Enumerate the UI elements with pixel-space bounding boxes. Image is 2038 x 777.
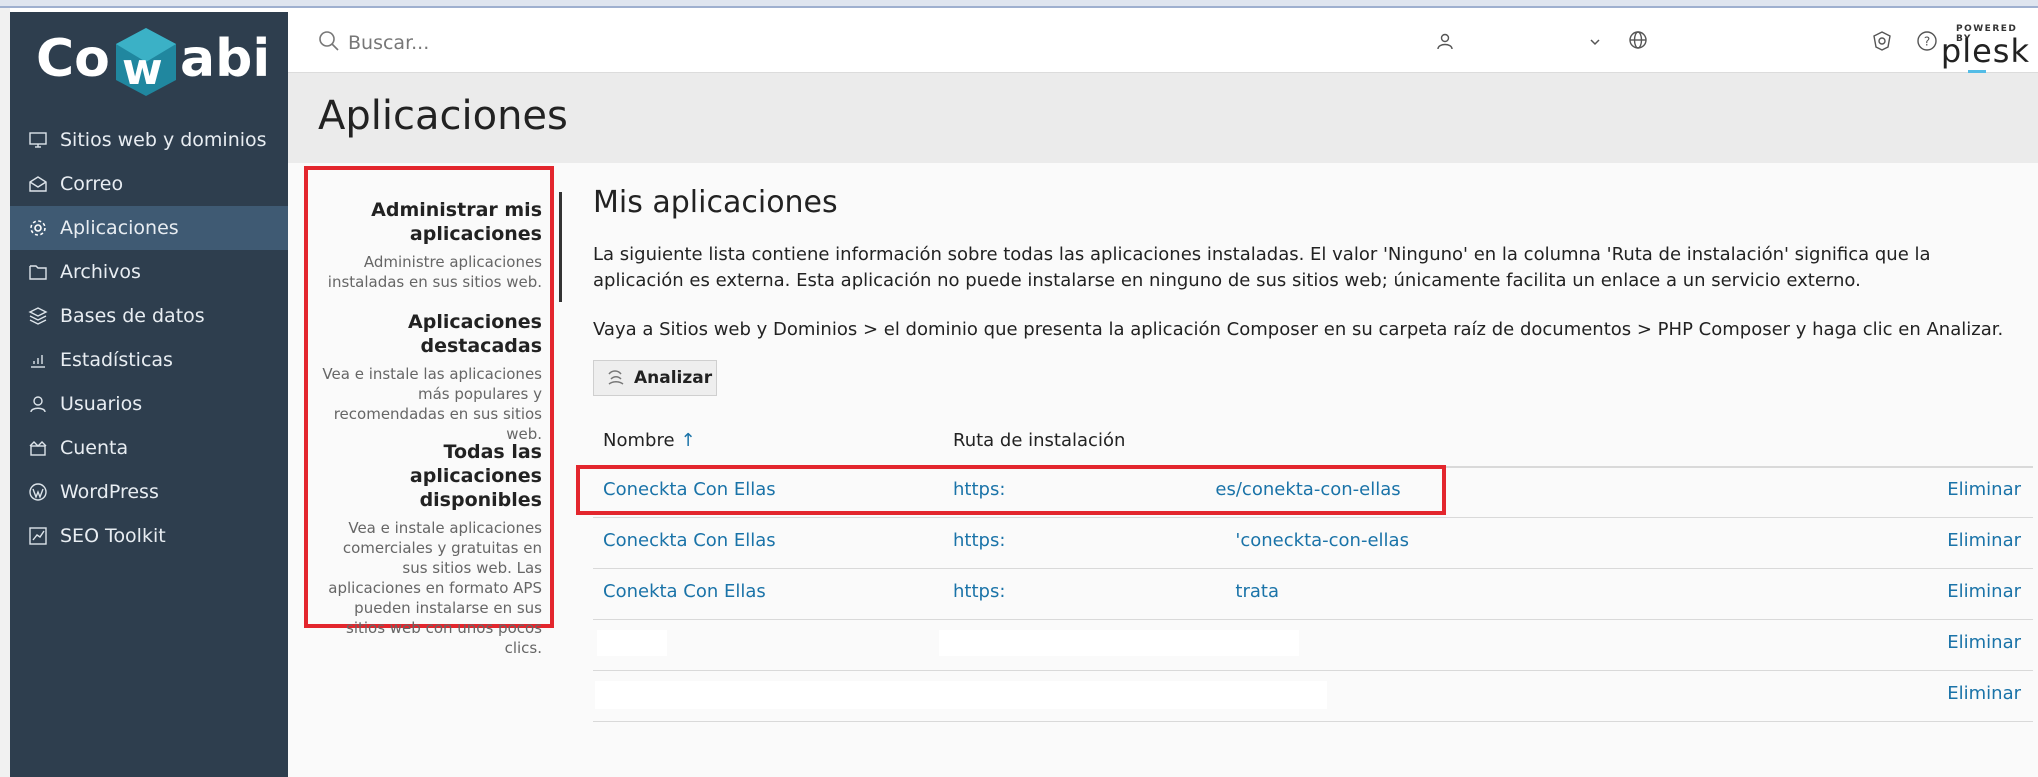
database-icon — [28, 306, 48, 326]
wordpress-icon — [28, 482, 48, 502]
apps-subnav: Administrar mis aplicaciones Administre … — [304, 166, 562, 657]
table-row: Eliminar — [593, 620, 2033, 671]
install-path-link[interactable]: https: 'coneckta-con-ellas — [953, 530, 1409, 551]
subnav-item-todas[interactable]: Todas las aplicaciones disponibles Vea e… — [322, 440, 542, 658]
table-row: Coneckta Con Ellas https: 'coneckta-con-e… — [593, 518, 2033, 569]
sidebar-item-aplicaciones[interactable]: Aplicaciones — [10, 206, 288, 250]
analyze-label: Analizar — [634, 368, 713, 388]
subnav-item-destacadas[interactable]: Aplicaciones destacadas Vea e instale la… — [322, 310, 542, 444]
highlight-box — [576, 465, 1446, 515]
sidebar-item-estadisticas[interactable]: Estadísticas — [10, 338, 288, 382]
delete-link[interactable]: Eliminar — [1947, 683, 2021, 704]
app-name-link[interactable]: Coneckta Con Ellas — [603, 530, 776, 551]
subnav-heading[interactable]: Todas las aplicaciones disponibles — [322, 440, 542, 512]
cowabi-logo[interactable]: Co w abi — [28, 20, 274, 104]
redacted-path — [939, 630, 1299, 656]
column-header-name[interactable]: Nombre ↑ — [603, 430, 696, 451]
sidebar-item-cuenta[interactable]: Cuenta — [10, 426, 288, 470]
user-icon — [28, 394, 48, 414]
subnav-item-administrar[interactable]: Administrar mis aplicaciones Administre … — [322, 198, 542, 292]
column-name-label: Nombre — [603, 430, 675, 451]
plesk-wordmark: plesk — [1940, 32, 2030, 70]
sidebar-item-label: Estadísticas — [60, 349, 173, 371]
app-name-link[interactable]: Conekta Con Ellas — [603, 581, 766, 602]
sidebar: Co w abi Sitios web y dominios Correo Ap… — [10, 12, 288, 777]
path-start: https: — [953, 530, 1006, 551]
page-title: Aplicaciones — [318, 93, 568, 139]
search-input[interactable] — [346, 28, 750, 58]
svg-text:Co: Co — [36, 29, 110, 89]
sort-arrow-icon: ↑ — [680, 430, 696, 451]
sidebar-nav: Sitios web y dominios Correo Aplicacione… — [10, 118, 288, 558]
gear-icon — [28, 218, 48, 238]
sidebar-item-archivos[interactable]: Archivos — [10, 250, 288, 294]
redacted-row — [595, 681, 1327, 709]
delete-link[interactable]: Eliminar — [1947, 479, 2021, 500]
path-end: trata — [1235, 581, 1279, 602]
sidebar-item-label: Usuarios — [60, 393, 143, 415]
window-left-edge — [0, 8, 10, 777]
path-start: https: — [953, 581, 1006, 602]
sidebar-item-bases-de-datos[interactable]: Bases de datos — [10, 294, 288, 338]
globe-icon[interactable] — [1628, 30, 1648, 50]
table-row: Eliminar — [593, 671, 2033, 722]
delete-link[interactable]: Eliminar — [1947, 632, 2021, 653]
subnav-desc: Administre aplicaciones instaladas en su… — [327, 253, 542, 291]
analyze-icon — [608, 370, 624, 385]
sidebar-item-label: Correo — [60, 173, 124, 195]
seo-chart-icon — [28, 526, 48, 546]
sidebar-item-sitios[interactable]: Sitios web y dominios — [10, 118, 288, 162]
sidebar-item-label: WordPress — [60, 481, 159, 503]
table-row: Conekta Con Ellas https: trata Eliminar — [593, 569, 2033, 620]
sidebar-item-seo-toolkit[interactable]: SEO Toolkit — [10, 514, 288, 558]
svg-text:abi: abi — [180, 29, 270, 89]
folder-icon — [28, 262, 48, 282]
sidebar-item-label: Bases de datos — [60, 305, 205, 327]
shield-icon[interactable] — [1871, 30, 1893, 52]
help-icon[interactable]: ? — [1916, 30, 1938, 52]
monitor-icon — [28, 130, 48, 150]
composer-instruction: Vaya a Sitios web y Dominios > el domini… — [593, 319, 2004, 340]
column-header-path[interactable]: Ruta de instalación — [953, 430, 1125, 451]
sidebar-item-label: Archivos — [60, 261, 141, 283]
title-band: Aplicaciones — [288, 73, 2038, 163]
sidebar-item-label: Sitios web y dominios — [60, 129, 267, 151]
subnav-desc: Vea e instale aplicaciones comerciales y… — [328, 519, 542, 657]
install-path-link[interactable]: https: trata — [953, 581, 1279, 602]
chevron-down-icon[interactable] — [1590, 38, 1600, 46]
section-description: La siguiente lista contiene información … — [593, 244, 1931, 291]
delete-link[interactable]: Eliminar — [1947, 530, 2021, 551]
subnav-heading[interactable]: Aplicaciones destacadas — [322, 310, 542, 358]
path-end: 'coneckta-con-ellas — [1235, 530, 1409, 551]
subnav-desc: Vea e instale las aplicaciones más popul… — [322, 365, 542, 443]
sidebar-item-label: Cuenta — [60, 437, 129, 459]
user-icon[interactable] — [1436, 32, 1454, 50]
svg-text:w: w — [122, 44, 163, 95]
plesk-logo[interactable]: POWERED BY plesk — [1941, 20, 2034, 73]
search-icon — [319, 31, 339, 51]
section-title: Mis aplicaciones — [593, 185, 838, 220]
analyze-button[interactable]: Analizar — [593, 360, 717, 396]
sidebar-item-correo[interactable]: Correo — [10, 162, 288, 206]
sidebar-item-label: SEO Toolkit — [60, 525, 166, 547]
sidebar-item-label: Aplicaciones — [60, 217, 179, 239]
top-bar: ? POWERED BY plesk — [288, 12, 2038, 73]
account-icon — [28, 438, 48, 458]
delete-link[interactable]: Eliminar — [1947, 581, 2021, 602]
redacted-name — [597, 630, 667, 656]
subnav-heading[interactable]: Administrar mis aplicaciones — [322, 198, 542, 246]
subnav-active-indicator — [559, 192, 562, 302]
sidebar-item-usuarios[interactable]: Usuarios — [10, 382, 288, 426]
window-top-border — [0, 0, 2038, 8]
table-header: Nombre ↑ Ruta de instalación — [593, 426, 2033, 468]
mail-icon — [28, 174, 48, 194]
bar-chart-icon — [28, 350, 48, 370]
svg-text:?: ? — [1924, 35, 1930, 49]
sidebar-item-wordpress[interactable]: WordPress — [10, 470, 288, 514]
